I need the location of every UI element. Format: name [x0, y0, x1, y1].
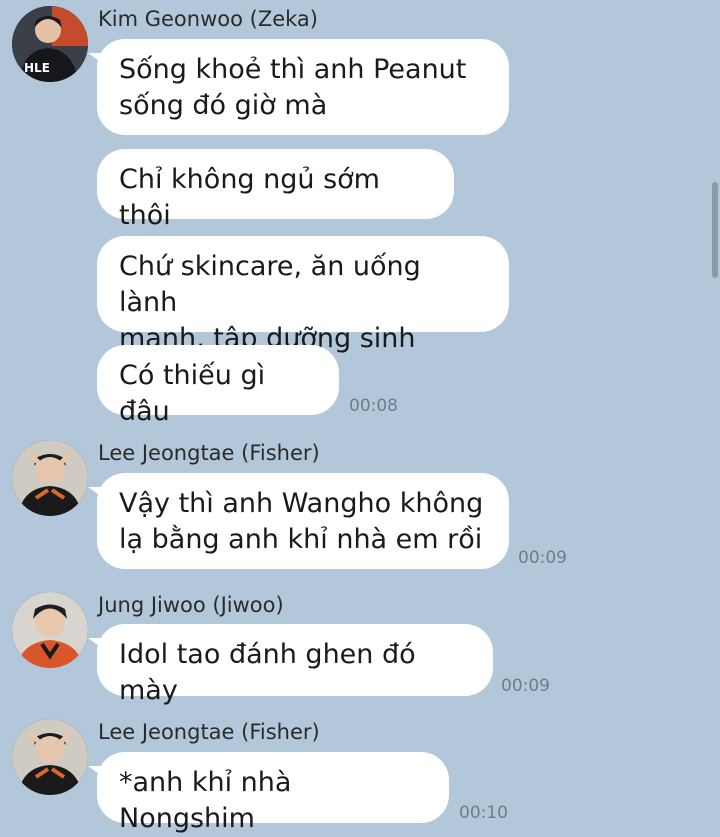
- sender-name: Jung Jiwoo (Jiwoo): [98, 593, 284, 617]
- avatar-fisher[interactable]: [12, 719, 88, 795]
- scrollbar-thumb[interactable]: [712, 182, 718, 278]
- message-bubble[interactable]: Có thiếu gì đâu: [97, 345, 339, 427]
- sender-name: Kim Geonwoo (Zeka): [98, 7, 318, 31]
- profile-avatar-fisher-icon: [12, 440, 88, 516]
- profile-avatar-fisher-icon: [12, 719, 88, 795]
- message-timestamp: 00:08: [349, 396, 398, 416]
- message-timestamp: 00:10: [459, 803, 508, 823]
- message-timestamp: 00:09: [501, 676, 550, 696]
- message-bubble[interactable]: Vậy thì anh Wangho không lạ bằng anh khỉ…: [88, 473, 509, 569]
- chat-message-list[interactable]: HLE Kim Geonwoo (Zeka) Sống khoẻ thì anh…: [0, 0, 720, 834]
- profile-avatar-jiwoo-icon: [12, 592, 88, 668]
- message-bubble[interactable]: Chứ skincare, ăn uống lành mạnh, tập dưỡ…: [97, 236, 509, 354]
- avatar-zeka[interactable]: HLE: [12, 6, 88, 82]
- svg-text:HLE: HLE: [24, 61, 50, 75]
- message-timestamp: 00:09: [518, 548, 567, 568]
- message-bubble[interactable]: Idol tao đánh ghen đó mày: [88, 624, 493, 706]
- message-bubble[interactable]: Chỉ không ngủ sớm thôi: [97, 149, 454, 231]
- avatar-fisher[interactable]: [12, 440, 88, 516]
- avatar-jiwoo[interactable]: [12, 592, 88, 668]
- message-bubble[interactable]: *anh khỉ nhà Nongshim: [88, 752, 449, 834]
- message-bubble[interactable]: Sống khoẻ thì anh Peanut sống đó giờ mà: [88, 39, 509, 135]
- profile-avatar-zeka-icon: HLE: [12, 6, 88, 82]
- sender-name: Lee Jeongtae (Fisher): [98, 441, 320, 465]
- sender-name: Lee Jeongtae (Fisher): [98, 720, 320, 744]
